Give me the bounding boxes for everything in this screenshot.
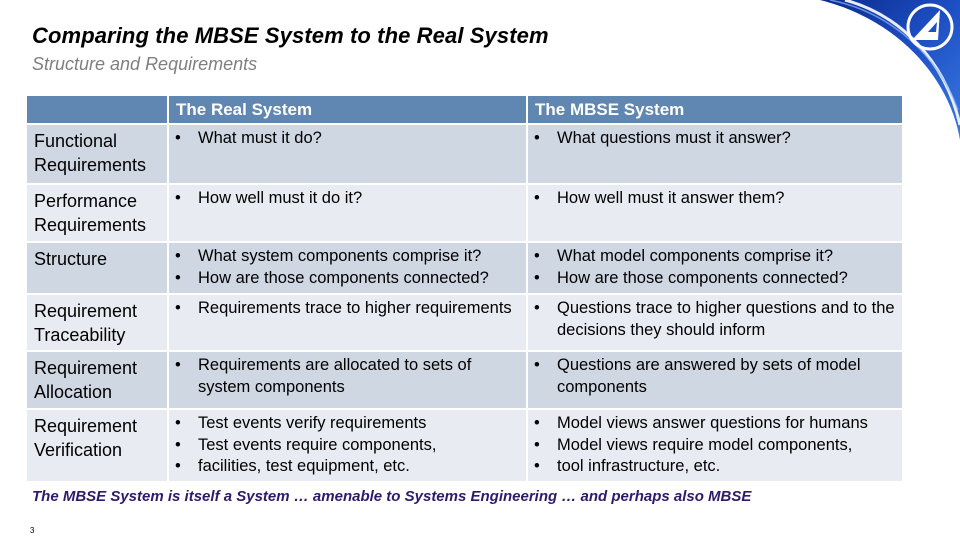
row-label: Structure [27,243,167,293]
bullet-list: • How well must it do it? [175,188,522,210]
mbse-system-cell: • What model components comprise it? • How … [528,243,902,293]
bullet-text: How are those components connected? [198,268,489,287]
bullet-item: • Model views answer questions for humans [534,413,898,435]
bullet-item: • What must it do? [175,128,522,150]
bullet-item: • What system components comprise it? [175,246,522,268]
bullet-text: Test events require components, [198,435,437,454]
mbse-system-cell: • Questions are answered by sets of model… [528,352,902,408]
bullet-text: Test events verify requirements [198,414,427,432]
bullet-item: • Questions are answered by sets of model… [534,355,898,398]
bullet-icon: • [534,356,540,374]
bullet-text: Requirements are allocated to sets of sy… [198,356,472,396]
bullet-text: tool infrastructure, etc. [557,457,721,475]
row-label: Requirement Allocation [27,352,167,408]
bullet-icon: • [534,247,540,265]
bullet-text: What questions must it answer? [557,129,791,147]
bullet-icon: • [534,268,540,287]
real-system-cell: • What must it do? [169,125,526,183]
real-system-cell: • Test events verify requirements • Test ev… [169,410,526,481]
bullet-item: • facilities, test equipment, etc. [175,456,522,478]
row-label: Requirement Verification [27,410,167,481]
header-empty [27,96,167,123]
real-system-cell: • Requirements trace to higher requiremen… [169,295,526,350]
bullet-item: • How well must it answer them? [534,188,898,210]
bullet-icon: • [534,299,540,317]
mbse-system-cell: • Model views answer questions for humans… [528,410,902,481]
bullet-icon: • [175,247,181,265]
bullet-text: Model views require model components, [557,435,853,454]
bullet-item: • What questions must it answer? [534,128,898,150]
mbse-system-cell: • What questions must it answer? [528,125,902,183]
bullet-list: • Requirements trace to higher requiremen… [175,298,522,320]
slide-title: Comparing the MBSE System to the Real Sy… [32,23,549,48]
bullet-list: • Questions trace to higher questions and… [534,298,898,341]
bullet-text: Requirements trace to higher requirement… [198,299,512,317]
bullet-icon: • [175,299,181,317]
real-system-cell: • How well must it do it? [169,185,526,241]
bullet-icon: • [534,129,540,147]
row-label: Functional Requirements [27,125,167,183]
bullet-icon: • [175,356,181,374]
bullet-icon: • [175,457,181,475]
bullet-icon: • [534,189,540,207]
bullet-icon: • [175,268,181,287]
bullet-text: facilities, test equipment, etc. [198,457,410,475]
bullet-text: Questions are answered by sets of model … [557,356,861,396]
mbse-system-cell: • How well must it answer them? [528,185,902,241]
header-mbse-system: The MBSE System [528,96,902,123]
bullet-text: How are those components connected? [557,268,848,287]
bullet-text: Model views answer questions for humans [557,414,868,432]
footer-note: The MBSE System is itself a System … ame… [32,488,752,505]
bullet-list: • Questions are answered by sets of model… [534,355,898,398]
bullet-text: What system components comprise it? [198,247,482,265]
bullet-icon: • [534,414,540,432]
page-number: 3 [30,526,35,535]
bullet-icon: • [534,457,540,475]
real-system-cell: • Requirements are allocated to sets of s… [169,352,526,408]
slide-subtitle: Structure and Requirements [32,54,258,74]
bullet-item: • Requirements trace to higher requiremen… [175,298,522,320]
bullet-item: • How are those components connected? [534,268,898,290]
bullet-text: Questions trace to higher questions and … [557,299,895,339]
bullet-item: • Requirements are allocated to sets of s… [175,355,522,398]
bullet-text: What model components comprise it? [557,247,834,265]
bullet-text: How well must it do it? [198,189,363,207]
bullet-icon: • [175,435,181,454]
bullet-item: • tool infrastructure, etc. [534,456,898,478]
mbse-system-cell: • Questions trace to higher questions and… [528,295,902,350]
real-system-cell: • What system components comprise it? • How… [169,243,526,293]
bullet-icon: • [534,435,540,454]
bullet-icon: • [175,129,181,147]
bullet-item: • Model views require model components, [534,435,898,457]
bullet-icon: • [175,414,181,432]
bullet-item: • Questions trace to higher questions and… [534,298,898,341]
row-label: Requirement Traceability [27,295,167,350]
bullet-list: • What must it do? [175,128,522,150]
bullet-item: • How are those components connected? [175,268,522,290]
bullet-list: • What questions must it answer? [534,128,898,150]
bullet-list: • What model components comprise it? • How … [534,246,898,289]
bullet-item: • How well must it do it? [175,188,522,210]
bullet-list: • What system components comprise it? • How… [175,246,522,289]
bullet-text: What must it do? [198,129,322,147]
bullet-text: How well must it answer them? [557,189,785,207]
bullet-icon: • [175,189,181,207]
comparison-table: The Real System The MBSE System Function… [27,96,902,481]
bullet-list: • Test events verify requirements • Test ev… [175,413,522,478]
bullet-list: • How well must it answer them? [534,188,898,210]
bullet-item: • What model components comprise it? [534,246,898,268]
header-real-system: The Real System [169,96,526,123]
row-label: Performance Requirements [27,185,167,241]
bullet-list: • Requirements are allocated to sets of s… [175,355,522,398]
bullet-item: • Test events verify requirements [175,413,522,435]
bullet-list: • Model views answer questions for humans… [534,413,898,478]
bullet-item: • Test events require components, [175,435,522,457]
